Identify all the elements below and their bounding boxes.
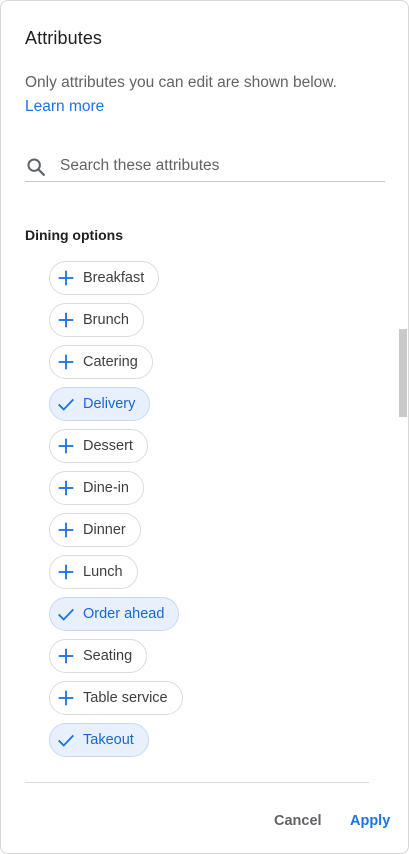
search-field[interactable] bbox=[25, 151, 385, 182]
check-icon bbox=[55, 729, 77, 751]
chip-breakfast[interactable]: Breakfast bbox=[49, 261, 160, 295]
chip-delivery[interactable]: Delivery bbox=[49, 387, 151, 421]
chip-label: Catering bbox=[83, 354, 138, 370]
chip-label: Seating bbox=[83, 648, 133, 664]
chip-dessert[interactable]: Dessert bbox=[49, 429, 148, 463]
chip-brunch[interactable]: Brunch bbox=[49, 303, 144, 337]
chip-label: Takeout bbox=[83, 732, 134, 748]
plus-icon bbox=[55, 309, 77, 331]
chip-order-ahead[interactable]: Order ahead bbox=[49, 597, 180, 631]
chip-catering[interactable]: Catering bbox=[49, 345, 153, 379]
chip-label: Lunch bbox=[83, 564, 123, 580]
cancel-button[interactable]: Cancel bbox=[274, 807, 322, 835]
plus-icon bbox=[55, 435, 77, 457]
chip-label: Brunch bbox=[83, 312, 129, 328]
chip-label: Delivery bbox=[83, 396, 136, 412]
scrollbar-thumb[interactable] bbox=[399, 329, 407, 417]
chip-dinner[interactable]: Dinner bbox=[49, 513, 141, 547]
dialog-title: Attributes bbox=[25, 28, 103, 48]
chip-seating[interactable]: Seating bbox=[49, 639, 148, 673]
chip-dine-in[interactable]: Dine-in bbox=[49, 471, 144, 505]
chip-label: Breakfast bbox=[83, 270, 145, 286]
chip-lunch[interactable]: Lunch bbox=[49, 555, 138, 589]
chip-table-service[interactable]: Table service bbox=[49, 681, 183, 715]
search-icon bbox=[27, 158, 45, 176]
chip-label: Dessert bbox=[83, 438, 133, 454]
plus-icon bbox=[55, 561, 77, 583]
plus-icon bbox=[55, 645, 77, 667]
check-icon bbox=[55, 393, 77, 415]
chip-takeout[interactable]: Takeout bbox=[49, 723, 149, 757]
dialog-subtitle: Only attributes you can edit are shown b… bbox=[25, 74, 337, 91]
learn-more-link[interactable]: Learn more bbox=[25, 95, 104, 119]
plus-icon bbox=[55, 351, 77, 373]
plus-icon bbox=[55, 519, 77, 541]
chip-label: Table service bbox=[83, 690, 168, 706]
attributes-dialog: Attributes Only attributes you can edit … bbox=[0, 0, 409, 854]
plus-icon bbox=[55, 687, 77, 709]
chip-label: Order ahead bbox=[83, 606, 165, 622]
plus-icon bbox=[55, 267, 77, 289]
check-icon bbox=[55, 603, 77, 625]
footer-divider bbox=[25, 782, 369, 783]
apply-button[interactable]: Apply bbox=[350, 807, 390, 835]
chip-label: Dine-in bbox=[83, 480, 129, 496]
section-label-dining-options: Dining options bbox=[25, 227, 123, 243]
plus-icon bbox=[55, 477, 77, 499]
search-input[interactable] bbox=[60, 153, 380, 179]
chip-label: Dinner bbox=[83, 522, 126, 538]
